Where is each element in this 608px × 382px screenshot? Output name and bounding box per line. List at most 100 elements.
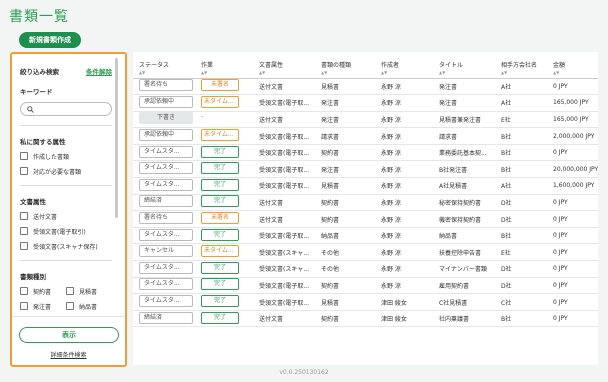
checkbox[interactable] (20, 152, 28, 160)
checkbox-label: 発注書 (33, 303, 52, 311)
table-row[interactable]: タイムスタ... 完了 受領文書(電子取... 見積書 津田 綾女 C社見積書 C社 0 JP… (133, 293, 598, 311)
filter-title: 絞り込み検索 (20, 68, 59, 76)
table-row[interactable]: 締結済 完了 送付文書 契約書 津田 綾女 社内稟議書 B社 0 JPY (133, 310, 598, 328)
status-cell: タイムスタ... (133, 277, 195, 295)
action-badge[interactable]: 完了 (201, 311, 239, 324)
sort-icon[interactable]: ▲▼ (321, 70, 327, 75)
table-row[interactable]: タイムスタ... 完了 受領文書(電子取... 契約書 永野 涼業務委託基本契... B社… (133, 144, 598, 162)
status-cell: 署名待ち (133, 78, 195, 96)
sort-icon[interactable]: ▲▼ (201, 70, 207, 75)
action-badge[interactable]: 完了 (201, 261, 239, 274)
sort-icon[interactable]: ▲▼ (381, 70, 387, 75)
action-badge[interactable]: 完了 (201, 278, 239, 291)
column-header[interactable]: 文書属性 ▲▼ (253, 52, 315, 79)
action-badge[interactable]: 未タイム... (201, 95, 239, 108)
cell-author: 永野 涼 (375, 194, 433, 212)
checkbox-option[interactable]: 納品書 (66, 301, 112, 311)
action-badge[interactable]: 未署名 (201, 212, 239, 225)
action-badge[interactable]: 未署名 (201, 79, 239, 92)
column-header[interactable]: ステータス ▲▼ (133, 52, 195, 79)
status-badge: タイムスタ... (139, 295, 193, 308)
table-row[interactable]: タイムスタ... 完了 受領文書(電子取... 見積書 永野 涼 A社見積書 A社 1,600… (133, 177, 598, 195)
checkbox[interactable] (20, 242, 28, 250)
new-document-button[interactable]: 新規書類作成 (19, 32, 81, 48)
action-badge[interactable]: 完了 (201, 162, 239, 175)
checkbox[interactable] (66, 287, 74, 295)
checkbox[interactable] (20, 167, 28, 175)
table-row[interactable]: 締結済 完了 送付文書 契約書 永野 涼秘密保持契約書 D社 0 JPY (133, 194, 598, 212)
column-header[interactable]: 作成者 ▲▼ (375, 52, 433, 79)
cell-title: マイナンバー書類 (433, 260, 495, 278)
action-badge[interactable]: 完了 (201, 228, 239, 241)
checkbox-option[interactable]: 受領文書(スキャナ保存) (20, 241, 112, 251)
version-label: v0.0.250130162 (279, 369, 329, 376)
status-cell: 署名待ち (133, 210, 195, 228)
cell-author: 永野 涼 (375, 277, 433, 295)
table-row[interactable]: 署名待ち 未署名 送付文書 契約書 永野 涼機密保持契約書 D社 0 JPY (133, 210, 598, 228)
checkbox[interactable] (66, 302, 74, 310)
action-badge[interactable]: 完了 (201, 145, 239, 158)
checkbox[interactable] (20, 212, 28, 220)
checkbox-option[interactable]: 見積書 (66, 286, 112, 296)
cell-kind: 契約書 (315, 144, 375, 162)
cell-kind: 契約書 (315, 210, 375, 228)
table-row[interactable]: キャンセル 未タイム... 受領文書(スキャ... その他 永野 涼扶養控除申告書 E社 0… (133, 243, 598, 262)
action-badge[interactable]: 完了 (201, 178, 239, 191)
column-header[interactable]: タイトル ▲▼ (433, 52, 495, 79)
show-results-button[interactable]: 表示 (19, 327, 119, 343)
table-row[interactable]: タイムスタ... 完了 受領文書(電子取... 契約書 永野 涼雇用契約書 D社 0 JPY (133, 277, 598, 295)
keyword-search-input[interactable] (20, 102, 112, 116)
cell-attr: 送付文書 (253, 310, 315, 328)
table-row[interactable]: タイムスタ... 完了 受領文書(電子取... 発注書 永野 涼 B社発注書 B社 20,00… (133, 160, 598, 179)
action-badge[interactable]: 完了 (201, 195, 239, 208)
column-header[interactable]: 金額 ▲▼ (547, 52, 598, 79)
checkbox[interactable] (20, 302, 28, 310)
table-row[interactable]: 署名待ち 未署名 送付文書 見積書 永野 涼発注書 A社 0 JPY (133, 78, 598, 96)
cell-author: 永野 涼 (375, 243, 433, 262)
checkbox-option[interactable]: 送付文書 (20, 211, 112, 221)
table-row[interactable]: 承認依頼中 未タイム... 受領文書(電子取... 請求書 永野 涼請求書 B社 2,000… (133, 127, 598, 145)
column-header-label: タイトル (439, 62, 464, 70)
table-row[interactable]: タイムスタ... 完了 受領文書(スキャ... その他 永野 涼マイナンバー書類 D社 0 … (133, 260, 598, 278)
advanced-search-link[interactable]: 詳細条件検索 (12, 350, 125, 359)
column-header[interactable]: 書類の種類 ▲▼ (315, 52, 375, 79)
action-badge[interactable]: 完了 (201, 295, 239, 308)
status-cell: タイムスタ... (133, 160, 195, 179)
filter-scrollbar[interactable] (115, 58, 118, 218)
status-badge: 締結済 (139, 311, 193, 324)
sort-icon[interactable]: ▲▼ (553, 70, 559, 75)
cell-amount: 0 JPY (547, 293, 598, 311)
status-badge: 署名待ち (139, 212, 193, 225)
cell-title: 社内稟議書 (433, 310, 495, 328)
cell-attr: 受領文書(電子取... (253, 293, 315, 311)
checkbox[interactable] (20, 227, 28, 235)
column-header-label: 書類の種類 (321, 62, 352, 70)
table-row[interactable]: 承認依頼中 未タイム... 受領文書(電子取... 発注書 永野 涼発注書 A社 165,0… (133, 94, 598, 112)
status-badge: 締結済 (139, 195, 193, 208)
cell-author: 永野 涼 (375, 260, 433, 278)
cell-company: E社 (495, 243, 547, 262)
table-row[interactable]: 下書き - 送付文書 発注書 永野 涼見積書兼発注書 E社 165,000 JPY (133, 111, 598, 129)
checkbox-option[interactable]: 受領文書(電子取引) (20, 226, 112, 236)
table-row[interactable]: タイムスタ... 完了 受領文書(電子取... 納品書 永野 涼納品書 B社 0 JPY (133, 227, 598, 245)
sort-icon[interactable]: ▲▼ (501, 70, 507, 75)
action-badge[interactable]: 未タイム... (201, 129, 239, 142)
checkbox-option[interactable]: 作成した書類 (20, 151, 112, 161)
sort-icon[interactable]: ▲▼ (259, 70, 265, 75)
checkbox-option[interactable]: 対応が必要な書類 (20, 166, 112, 176)
action-badge[interactable]: 未タイム... (201, 245, 239, 258)
checkbox-option[interactable]: 発注書 (20, 301, 66, 311)
checkbox-option[interactable]: 契約書 (20, 286, 66, 296)
column-header[interactable]: 相手方会社名 ▲▼ (495, 52, 547, 79)
sort-icon[interactable]: ▲▼ (439, 70, 445, 75)
checkbox[interactable] (20, 287, 28, 295)
cell-amount: 0 JPY (547, 310, 598, 328)
cell-kind: 請求書 (315, 127, 375, 145)
checkbox-label: 送付文書 (33, 213, 58, 221)
search-icon (27, 106, 34, 113)
column-header[interactable]: 作業 ▲▼ (195, 52, 253, 79)
clear-filters-link[interactable]: 条件解除 (86, 66, 112, 76)
sort-icon[interactable]: ▲▼ (139, 70, 145, 75)
cell-company: B社 (495, 160, 547, 179)
status-badge: タイムスタ... (139, 261, 193, 274)
